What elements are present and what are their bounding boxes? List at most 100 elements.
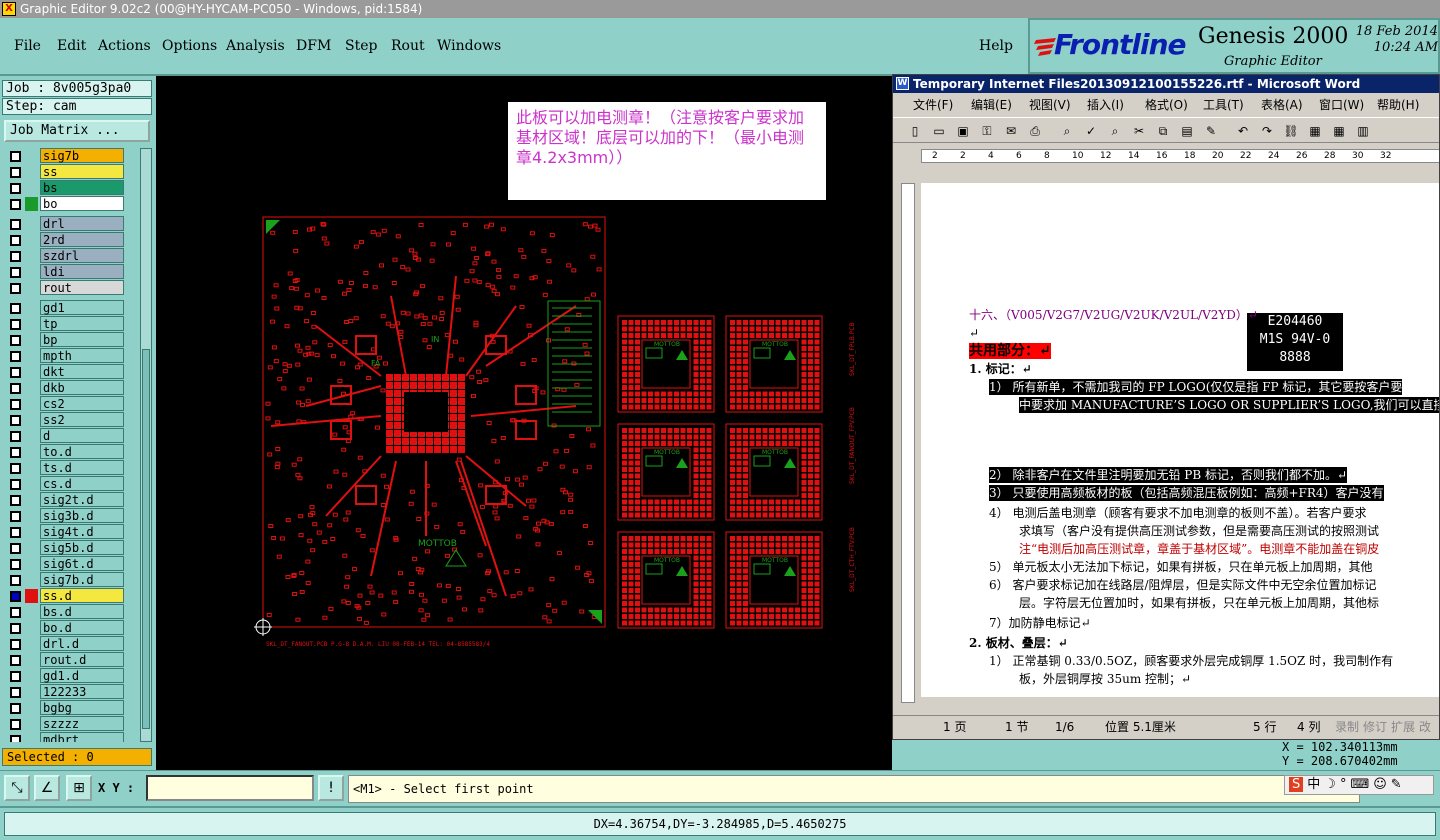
layer-checkbox[interactable] bbox=[10, 303, 21, 314]
layer-name[interactable]: cs2 bbox=[40, 396, 124, 411]
layer-checkbox[interactable] bbox=[10, 463, 21, 474]
layer-row[interactable]: sig3b.d bbox=[2, 508, 138, 524]
menu-edit[interactable]: Edit bbox=[57, 38, 86, 54]
layer-row[interactable]: gd1.d bbox=[2, 668, 138, 684]
layer-name[interactable]: drl.d bbox=[40, 636, 124, 651]
menu-file[interactable]: File bbox=[14, 38, 41, 54]
layer-row[interactable]: bo.d bbox=[2, 620, 138, 636]
layer-checkbox[interactable] bbox=[10, 151, 21, 162]
layer-color-swatch[interactable] bbox=[25, 461, 38, 475]
sogou-icon[interactable]: S bbox=[1289, 777, 1304, 792]
layer-row[interactable]: dkt bbox=[2, 364, 138, 380]
layer-checkbox[interactable] bbox=[10, 575, 21, 586]
format-painter-icon[interactable]: ✎ bbox=[1203, 123, 1219, 139]
layer-color-swatch[interactable] bbox=[25, 149, 38, 163]
layer-color-swatch[interactable] bbox=[25, 557, 38, 571]
permission-icon[interactable]: ⚿ bbox=[979, 123, 995, 139]
layer-color-swatch[interactable] bbox=[25, 265, 38, 279]
word-menu-tools[interactable]: 工具(T) bbox=[1203, 95, 1244, 115]
word-menu-format[interactable]: 格式(O) bbox=[1145, 95, 1188, 115]
user-icon[interactable]: ☺ bbox=[1373, 777, 1387, 792]
layer-checkbox[interactable] bbox=[10, 671, 21, 682]
layer-checkbox[interactable] bbox=[10, 479, 21, 490]
layer-row[interactable]: ss.d bbox=[2, 588, 138, 604]
layer-name[interactable]: szdrl bbox=[40, 248, 124, 263]
layer-color-swatch[interactable] bbox=[25, 429, 38, 443]
layer-name[interactable]: to.d bbox=[40, 444, 124, 459]
menu-rout[interactable]: Rout bbox=[391, 38, 425, 54]
scroll-thumb[interactable] bbox=[142, 349, 150, 729]
layer-checkbox[interactable] bbox=[10, 447, 21, 458]
layer-color-swatch[interactable] bbox=[25, 165, 38, 179]
layer-color-swatch[interactable] bbox=[25, 493, 38, 507]
save-icon[interactable]: ▣ bbox=[955, 123, 971, 139]
layer-row[interactable]: ss2 bbox=[2, 412, 138, 428]
tables-icon[interactable]: ▦ bbox=[1307, 123, 1323, 139]
layer-checkbox[interactable] bbox=[10, 235, 21, 246]
layer-checkbox[interactable] bbox=[10, 591, 21, 602]
cut-icon[interactable]: ✂ bbox=[1131, 123, 1147, 139]
layer-name[interactable]: mpth bbox=[40, 348, 124, 363]
layer-checkbox[interactable] bbox=[10, 607, 21, 618]
status-ext[interactable]: 扩展 bbox=[1391, 716, 1415, 738]
layer-row[interactable]: szzzz bbox=[2, 716, 138, 732]
undo-icon[interactable]: ↶ bbox=[1235, 123, 1251, 139]
layer-row[interactable]: drl bbox=[2, 216, 138, 232]
layer-color-swatch[interactable] bbox=[25, 365, 38, 379]
layer-name[interactable]: ldi bbox=[40, 264, 124, 279]
layer-name[interactable]: ss bbox=[40, 164, 124, 179]
layer-name[interactable]: d bbox=[40, 428, 124, 443]
layer-checkbox[interactable] bbox=[10, 527, 21, 538]
menu-actions[interactable]: Actions bbox=[98, 38, 151, 54]
layer-color-swatch[interactable] bbox=[25, 381, 38, 395]
layer-name[interactable]: sig3b.d bbox=[40, 508, 124, 523]
layer-color-swatch[interactable] bbox=[25, 301, 38, 315]
layer-checkbox[interactable] bbox=[10, 399, 21, 410]
layer-row[interactable]: dkb bbox=[2, 380, 138, 396]
layer-row[interactable]: ldi bbox=[2, 264, 138, 280]
layer-row[interactable]: d bbox=[2, 428, 138, 444]
xy-input[interactable] bbox=[146, 775, 314, 801]
layer-row[interactable]: cs2 bbox=[2, 396, 138, 412]
layer-row[interactable]: bp bbox=[2, 332, 138, 348]
keyboard-icon[interactable]: ⌨ bbox=[1350, 777, 1369, 792]
zoom-area-icon[interactable]: ⤡ bbox=[4, 775, 30, 801]
layer-checkbox[interactable] bbox=[10, 687, 21, 698]
word-menu-insert[interactable]: 插入(I) bbox=[1087, 95, 1124, 115]
layer-row[interactable]: bo bbox=[2, 196, 138, 212]
layer-color-swatch[interactable] bbox=[25, 445, 38, 459]
layer-checkbox[interactable] bbox=[10, 511, 21, 522]
layer-color-swatch[interactable] bbox=[25, 233, 38, 247]
layer-row[interactable]: bs bbox=[2, 180, 138, 196]
layer-checkbox[interactable] bbox=[10, 431, 21, 442]
layer-checkbox[interactable] bbox=[10, 167, 21, 178]
columns-icon[interactable]: ▥ bbox=[1355, 123, 1371, 139]
layer-row[interactable]: mpth bbox=[2, 348, 138, 364]
layer-checkbox[interactable] bbox=[10, 251, 21, 262]
layer-checkbox[interactable] bbox=[10, 543, 21, 554]
layer-color-swatch[interactable] bbox=[25, 317, 38, 331]
menu-analysis[interactable]: Analysis bbox=[226, 38, 285, 54]
layer-color-swatch[interactable] bbox=[25, 701, 38, 715]
layer-row[interactable]: sig2t.d bbox=[2, 492, 138, 508]
layer-checkbox[interactable] bbox=[10, 335, 21, 346]
layer-row[interactable]: 122233 bbox=[2, 684, 138, 700]
layer-row[interactable]: sig6t.d bbox=[2, 556, 138, 572]
layer-name[interactable]: bs.d bbox=[40, 604, 124, 619]
layer-color-swatch[interactable] bbox=[25, 589, 38, 603]
word-menu-view[interactable]: 视图(V) bbox=[1029, 95, 1071, 115]
menu-windows[interactable]: Windows bbox=[437, 38, 501, 54]
layer-scrollbar[interactable] bbox=[140, 148, 152, 742]
layer-row[interactable]: to.d bbox=[2, 444, 138, 460]
layer-checkbox[interactable] bbox=[10, 719, 21, 730]
research-icon[interactable]: ⌕ bbox=[1107, 123, 1123, 139]
layer-color-swatch[interactable] bbox=[25, 605, 38, 619]
insert-table-icon[interactable]: ▦ bbox=[1331, 123, 1347, 139]
wrench-icon[interactable]: ✎ bbox=[1391, 777, 1402, 792]
layer-color-swatch[interactable] bbox=[25, 333, 38, 347]
layer-name[interactable]: dkb bbox=[40, 380, 124, 395]
status-ovr[interactable]: 改写 bbox=[1419, 716, 1439, 739]
status-trk[interactable]: 修订 bbox=[1363, 716, 1387, 738]
layer-color-swatch[interactable] bbox=[25, 397, 38, 411]
layer-row[interactable]: sig4t.d bbox=[2, 524, 138, 540]
